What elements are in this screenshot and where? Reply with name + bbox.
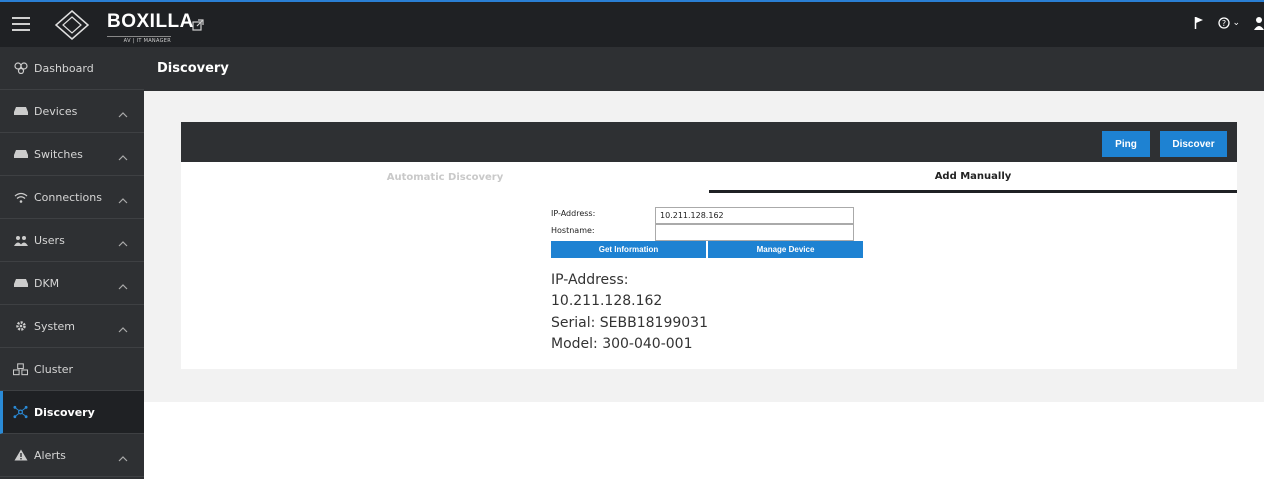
manage-device-button[interactable]: Manage Device xyxy=(708,241,863,258)
sidebar-item-label: Cluster xyxy=(34,362,74,376)
sidebar-item-connections[interactable]: Connections xyxy=(0,176,144,219)
hostname-label: Hostname: xyxy=(551,226,595,235)
help-menu[interactable]: ? ⌄ xyxy=(1218,17,1240,29)
discovery-panel: Ping Discover Automatic Discovery Add Ma… xyxy=(181,122,1237,369)
logo-subtitle: AV | IT MANAGER xyxy=(107,36,171,44)
top-right-actions: ? ⌄ xyxy=(1194,16,1264,30)
ip-address-label: IP-Address: xyxy=(551,209,596,218)
discovery-icon xyxy=(13,405,28,419)
panel-header: Ping Discover xyxy=(181,122,1237,162)
sidebar-item-label: Switches xyxy=(34,147,83,161)
wifi-icon xyxy=(13,191,28,203)
chevron-up-icon[interactable] xyxy=(118,194,128,207)
sidebar-item-dashboard[interactable]: Dashboard xyxy=(0,47,144,90)
dashboard-icon xyxy=(13,62,28,74)
chevron-down-icon: ⌄ xyxy=(1232,18,1240,28)
gear-icon xyxy=(13,320,28,332)
boxilla-logo-icon xyxy=(55,10,89,40)
sidebar-item-label: Discovery xyxy=(34,405,95,419)
hostname-input[interactable] xyxy=(655,224,854,241)
discovery-tabs: Automatic Discovery Add Manually xyxy=(181,162,1237,193)
hamburger-menu-icon[interactable] xyxy=(12,17,30,31)
info-ip-label: IP-Address: xyxy=(551,272,629,288)
sidebar-item-label: Dashboard xyxy=(34,61,94,75)
chevron-up-icon[interactable] xyxy=(118,108,128,121)
tab-automatic-discovery[interactable]: Automatic Discovery xyxy=(181,162,709,193)
device-icon xyxy=(13,105,28,117)
sidebar-item-label: DKM xyxy=(34,276,60,290)
switch-icon xyxy=(13,148,28,160)
sidebar-item-alerts[interactable]: Alerts xyxy=(0,434,144,477)
info-serial: Serial: SEBB18199031 xyxy=(551,315,708,331)
chevron-up-icon[interactable] xyxy=(118,280,128,293)
sidebar: Dashboard Devices Switches Connections Users… xyxy=(0,47,144,479)
sidebar-item-cluster[interactable]: Cluster xyxy=(0,348,144,391)
sidebar-item-label: Alerts xyxy=(34,448,66,462)
sidebar-item-label: System xyxy=(34,319,76,333)
warning-icon xyxy=(13,449,28,461)
sidebar-item-devices[interactable]: Devices xyxy=(0,90,144,133)
external-link-icon[interactable] xyxy=(192,19,204,31)
ping-button[interactable]: Ping xyxy=(1102,131,1150,157)
svg-text:?: ? xyxy=(1222,19,1226,28)
top-bar: BOXILLA AV | IT MANAGER ? ⌄ xyxy=(0,0,1264,47)
sidebar-item-system[interactable]: System xyxy=(0,305,144,348)
sidebar-item-label: Connections xyxy=(34,190,102,204)
dkm-icon xyxy=(13,277,28,289)
tab-add-manually[interactable]: Add Manually xyxy=(709,162,1237,193)
help-icon: ? xyxy=(1218,17,1231,29)
chevron-up-icon[interactable] xyxy=(118,323,128,336)
chevron-up-icon[interactable] xyxy=(118,151,128,164)
sidebar-item-switches[interactable]: Switches xyxy=(0,133,144,176)
get-information-button[interactable]: Get Information xyxy=(551,241,706,258)
flag-icon[interactable] xyxy=(1194,16,1204,30)
chevron-up-icon[interactable] xyxy=(118,452,128,465)
info-ip-value: 10.211.128.162 xyxy=(551,293,663,309)
user-icon[interactable] xyxy=(1254,16,1264,30)
ip-address-input[interactable]: 10.211.128.162 xyxy=(655,207,854,224)
sidebar-item-label: Devices xyxy=(34,104,78,118)
info-model: Model: 300-040-001 xyxy=(551,336,693,352)
discover-button[interactable]: Discover xyxy=(1160,131,1227,157)
logo-text: BOXILLA xyxy=(107,11,194,32)
sidebar-item-dkm[interactable]: DKM xyxy=(0,262,144,305)
chevron-up-icon[interactable] xyxy=(118,237,128,250)
cluster-icon xyxy=(13,362,28,375)
users-icon xyxy=(13,234,28,246)
page-title: Discovery xyxy=(144,47,1264,91)
sidebar-item-discovery[interactable]: Discovery xyxy=(0,391,144,434)
sidebar-item-label: Users xyxy=(34,233,65,247)
sidebar-item-users[interactable]: Users xyxy=(0,219,144,262)
